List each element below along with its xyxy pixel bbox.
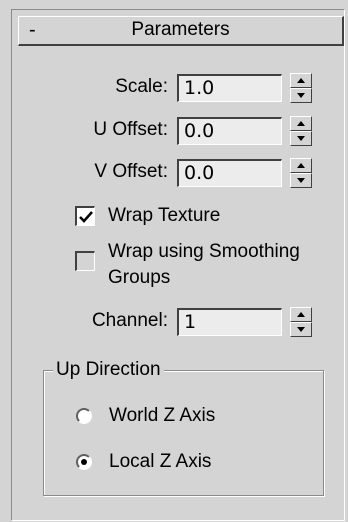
local-z-axis-label: Local Z Axis [109, 451, 212, 472]
spinner-down-button[interactable] [290, 173, 312, 188]
channel-label: Channel: [91, 310, 168, 331]
v-offset-spinner[interactable] [290, 158, 312, 188]
rollout-title: Parameters [131, 19, 230, 40]
up-direction-group [43, 370, 324, 496]
local-z-axis-radio[interactable] [76, 454, 92, 470]
arrow-up-icon [297, 163, 305, 168]
spinner-down-button[interactable] [290, 88, 312, 103]
world-z-axis-radio[interactable] [76, 408, 92, 424]
rollout-header-button[interactable]: - Parameters [18, 16, 344, 46]
wrap-texture-label: Wrap Texture [108, 205, 221, 226]
spinner-up-button[interactable] [290, 116, 312, 131]
scale-label: Scale: [115, 76, 168, 97]
arrow-down-icon [297, 93, 305, 98]
wrap-texture-checkbox[interactable] [75, 206, 95, 226]
wrap-smoothing-label-line2: Groups [108, 267, 171, 288]
spinner-up-button[interactable] [290, 73, 312, 88]
world-z-axis-label: World Z Axis [109, 405, 216, 426]
checkmark-icon [79, 211, 93, 223]
channel-spinner[interactable] [290, 307, 312, 337]
arrow-down-icon [297, 327, 305, 332]
spinner-up-button[interactable] [290, 307, 312, 322]
spinner-down-button[interactable] [290, 322, 312, 337]
arrow-up-icon [297, 121, 305, 126]
arrow-up-icon [297, 78, 305, 83]
arrow-up-icon [297, 312, 305, 317]
arrow-down-icon [297, 136, 305, 141]
spinner-up-button[interactable] [290, 158, 312, 173]
channel-input[interactable]: 1 [177, 308, 282, 336]
scale-spinner[interactable] [290, 73, 312, 103]
scale-input[interactable]: 1.0 [177, 74, 282, 102]
u-offset-input[interactable]: 0.0 [177, 117, 282, 145]
u-offset-label: U Offset: [93, 119, 168, 140]
arrow-down-icon [297, 178, 305, 183]
u-offset-spinner[interactable] [290, 116, 312, 146]
radio-selected-dot [81, 459, 87, 465]
up-direction-title: Up Direction [53, 359, 164, 381]
wrap-smoothing-checkbox[interactable] [75, 251, 95, 271]
v-offset-input[interactable]: 0.0 [177, 159, 282, 187]
v-offset-label: V Offset: [94, 161, 168, 182]
wrap-smoothing-label-line1: Wrap using Smoothing [108, 241, 300, 262]
spinner-down-button[interactable] [290, 131, 312, 146]
